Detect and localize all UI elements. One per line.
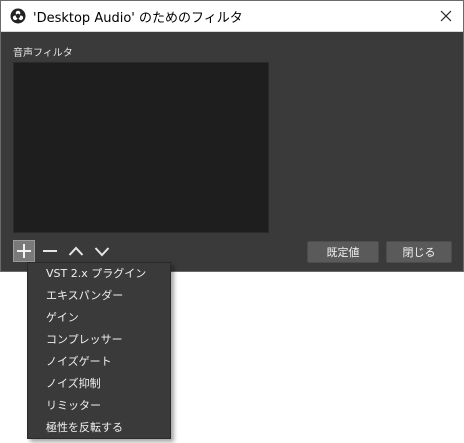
add-filter-button[interactable] [13,240,35,262]
plus-icon [17,244,31,258]
menu-item-invert-polarity[interactable]: 極性を反転する [28,417,170,439]
window-title: 'Desktop Audio' のためのフィルタ [33,11,243,26]
menu-item-vst[interactable]: VST 2.x プラグイン [28,263,170,285]
window-close-button[interactable] [433,5,459,27]
remove-filter-button[interactable] [39,240,61,262]
minus-icon [43,250,57,252]
move-down-button[interactable] [91,240,113,262]
audio-filters-label: 音声フィルタ [13,48,73,59]
title-bar: 'Desktop Audio' のためのフィルタ [1,1,463,32]
menu-item-noise-gate[interactable]: ノイズゲート [28,351,170,373]
chevron-up-icon [68,246,84,256]
menu-item-limiter[interactable]: リミッター [28,395,170,417]
move-up-button[interactable] [65,240,87,262]
close-button[interactable]: 閉じる [386,241,452,263]
chevron-down-icon [94,247,110,257]
defaults-button[interactable]: 既定値 [307,241,379,263]
menu-item-noise-suppression[interactable]: ノイズ抑制 [28,373,170,395]
menu-item-gain[interactable]: ゲイン [28,307,170,329]
filter-list[interactable] [13,62,269,233]
obs-icon [10,8,26,24]
menu-item-compressor[interactable]: コンプレッサー [28,329,170,351]
add-filter-menu: VST 2.x プラグイン エキスパンダー ゲイン コンプレッサー ノイズゲート… [27,262,171,439]
close-icon [440,10,452,22]
filters-dialog: 'Desktop Audio' のためのフィルタ 音声フィルタ 既定値 閉じる [0,0,464,272]
menu-item-expander[interactable]: エキスパンダー [28,285,170,307]
